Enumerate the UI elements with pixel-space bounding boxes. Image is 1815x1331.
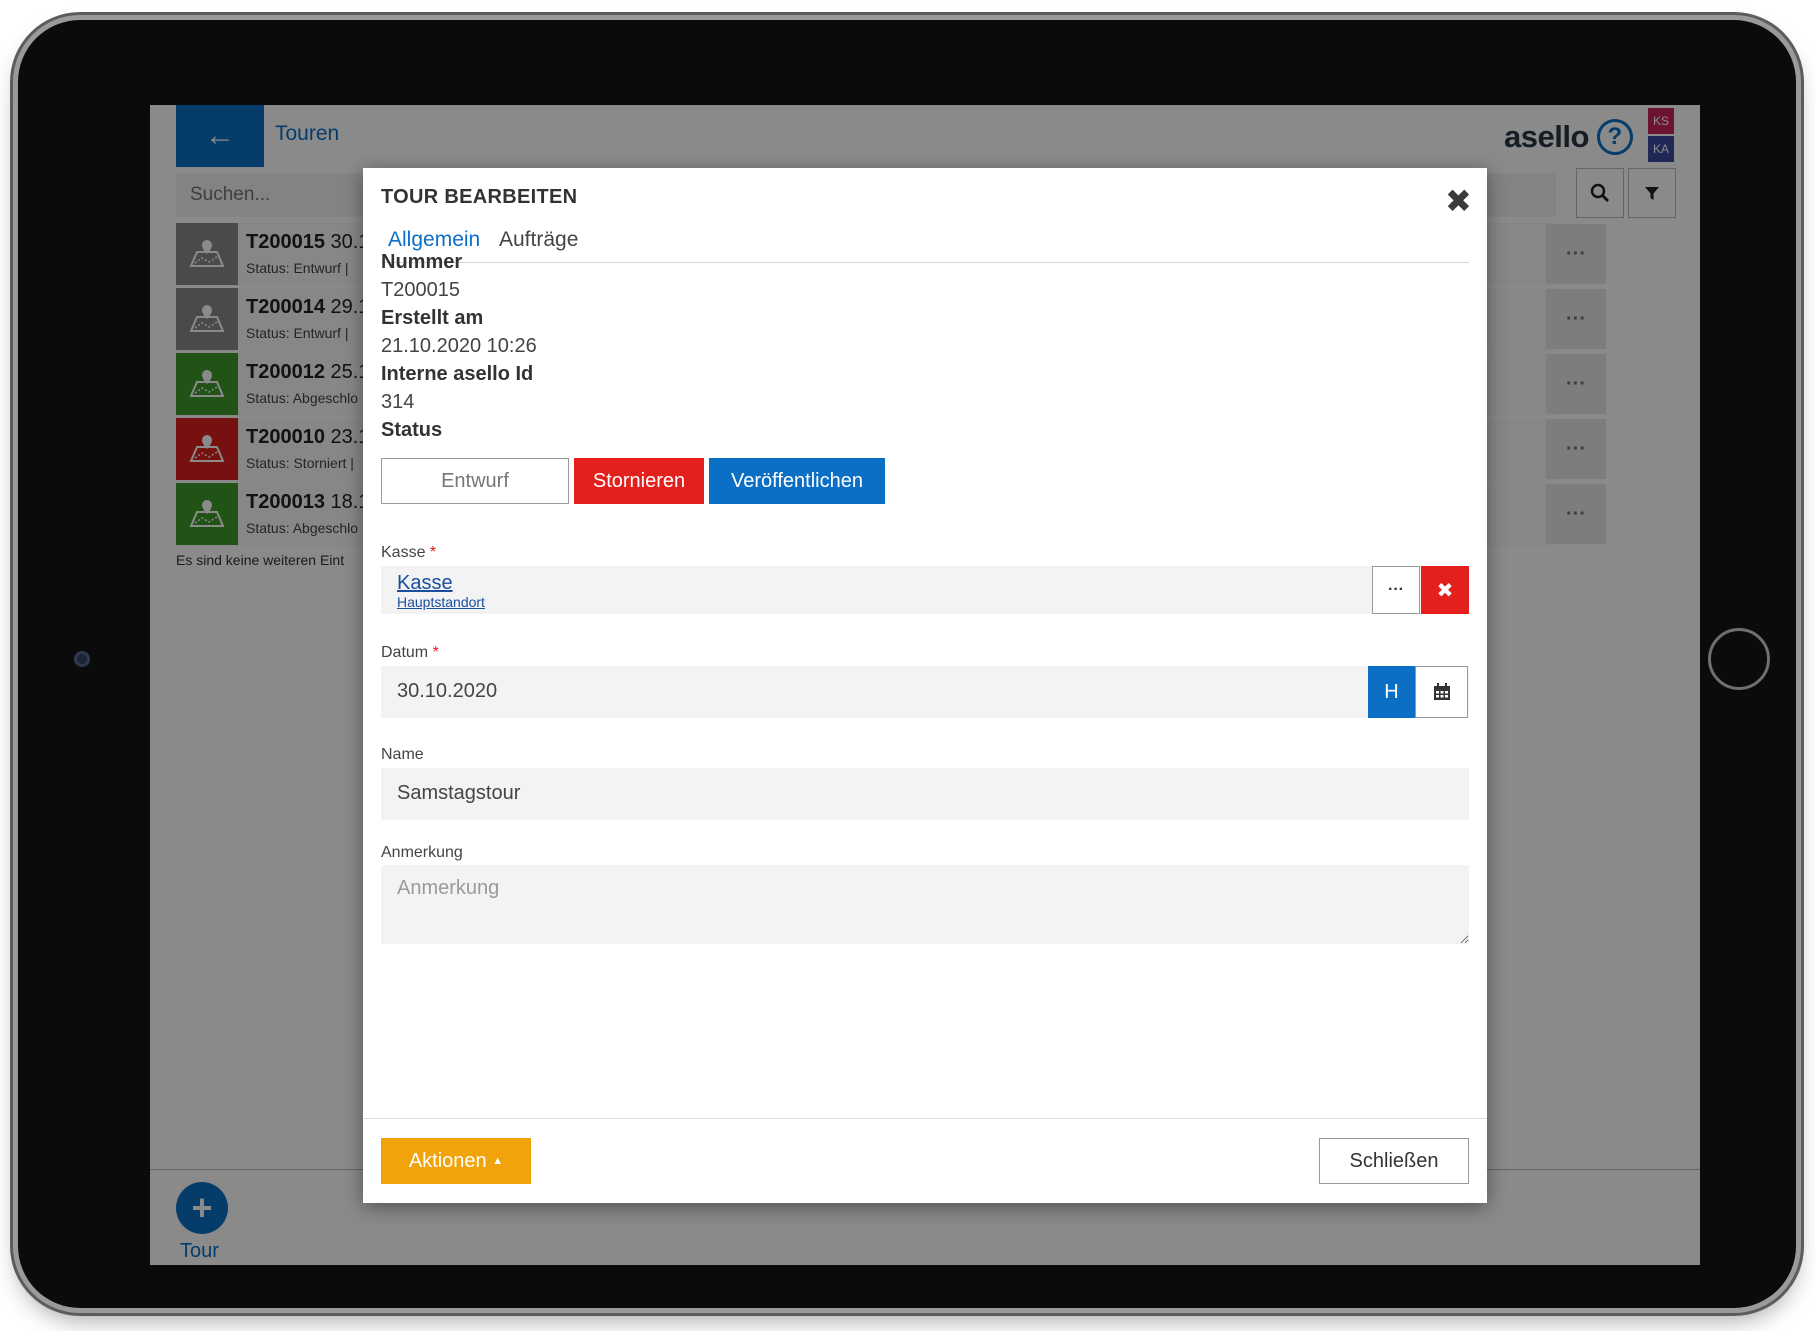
close-icon[interactable]: ✖ (1445, 182, 1472, 220)
kasse-clear-button[interactable]: ✖ (1421, 566, 1469, 614)
status-draft-button[interactable]: Entwurf (381, 458, 569, 504)
interne-id-label: Interne asello Id (381, 363, 534, 385)
required-marker: * (429, 544, 437, 561)
actions-label: Aktionen (408, 1149, 487, 1172)
datum-field[interactable]: 30.10.2020 H (381, 666, 1469, 718)
kasse-location-link[interactable]: Hauptstandort (397, 594, 485, 610)
status-label: Status (381, 419, 443, 441)
caret-up-icon: ▲ (492, 1155, 504, 1167)
datum-label: Datum * (381, 644, 439, 661)
home-button[interactable] (1708, 628, 1770, 690)
calendar-icon (1433, 683, 1450, 700)
kasse-field: Kasse Hauptstandort ··· ✖ (381, 566, 1469, 614)
name-value[interactable]: Samstagstour (397, 782, 520, 805)
tab-allgemein[interactable]: Allgemein (388, 228, 480, 252)
name-label: Name (381, 746, 424, 763)
datum-value[interactable]: 30.10.2020 (397, 680, 497, 703)
erstellt-label: Erstellt am (381, 307, 484, 329)
anmerkung-label: Anmerkung (381, 844, 463, 861)
nummer-value: T200015 (381, 279, 460, 301)
tab-auftraege[interactable]: Aufträge (499, 228, 578, 252)
dialog-footer: Aktionen ▲ Schließen (363, 1118, 1487, 1204)
kasse-label: Kasse * (381, 544, 437, 561)
status-cancel-button[interactable]: Stornieren (574, 458, 704, 504)
today-button[interactable]: H (1368, 666, 1415, 718)
dialog-tabs: Allgemein Aufträge (381, 224, 1469, 263)
kasse-select-button[interactable]: ··· (1372, 566, 1420, 614)
anmerkung-textarea[interactable] (381, 865, 1469, 944)
required-marker: * (432, 644, 439, 661)
app-screen: ← Touren asello ? KS KA Suchen... T20001… (150, 105, 1700, 1265)
erstellt-value: 21.10.2020 10:26 (381, 335, 537, 357)
close-button[interactable]: Schließen (1319, 1138, 1469, 1184)
edit-tour-dialog: TOUR BEARBEITEN ✖ Allgemein Aufträge Num… (363, 168, 1487, 1203)
nummer-label: Nummer (381, 251, 463, 273)
dialog-title: TOUR BEARBEITEN (381, 186, 578, 208)
front-camera (74, 651, 90, 667)
name-field[interactable]: Samstagstour (381, 768, 1469, 820)
interne-id-value: 314 (381, 391, 415, 413)
calendar-button[interactable] (1415, 666, 1468, 718)
kasse-link[interactable]: Kasse (397, 572, 453, 595)
actions-dropdown-button[interactable]: Aktionen ▲ (381, 1138, 531, 1184)
status-publish-button[interactable]: Veröffentlichen (709, 458, 885, 504)
tablet-frame: ← Touren asello ? KS KA Suchen... T20001… (18, 20, 1796, 1308)
